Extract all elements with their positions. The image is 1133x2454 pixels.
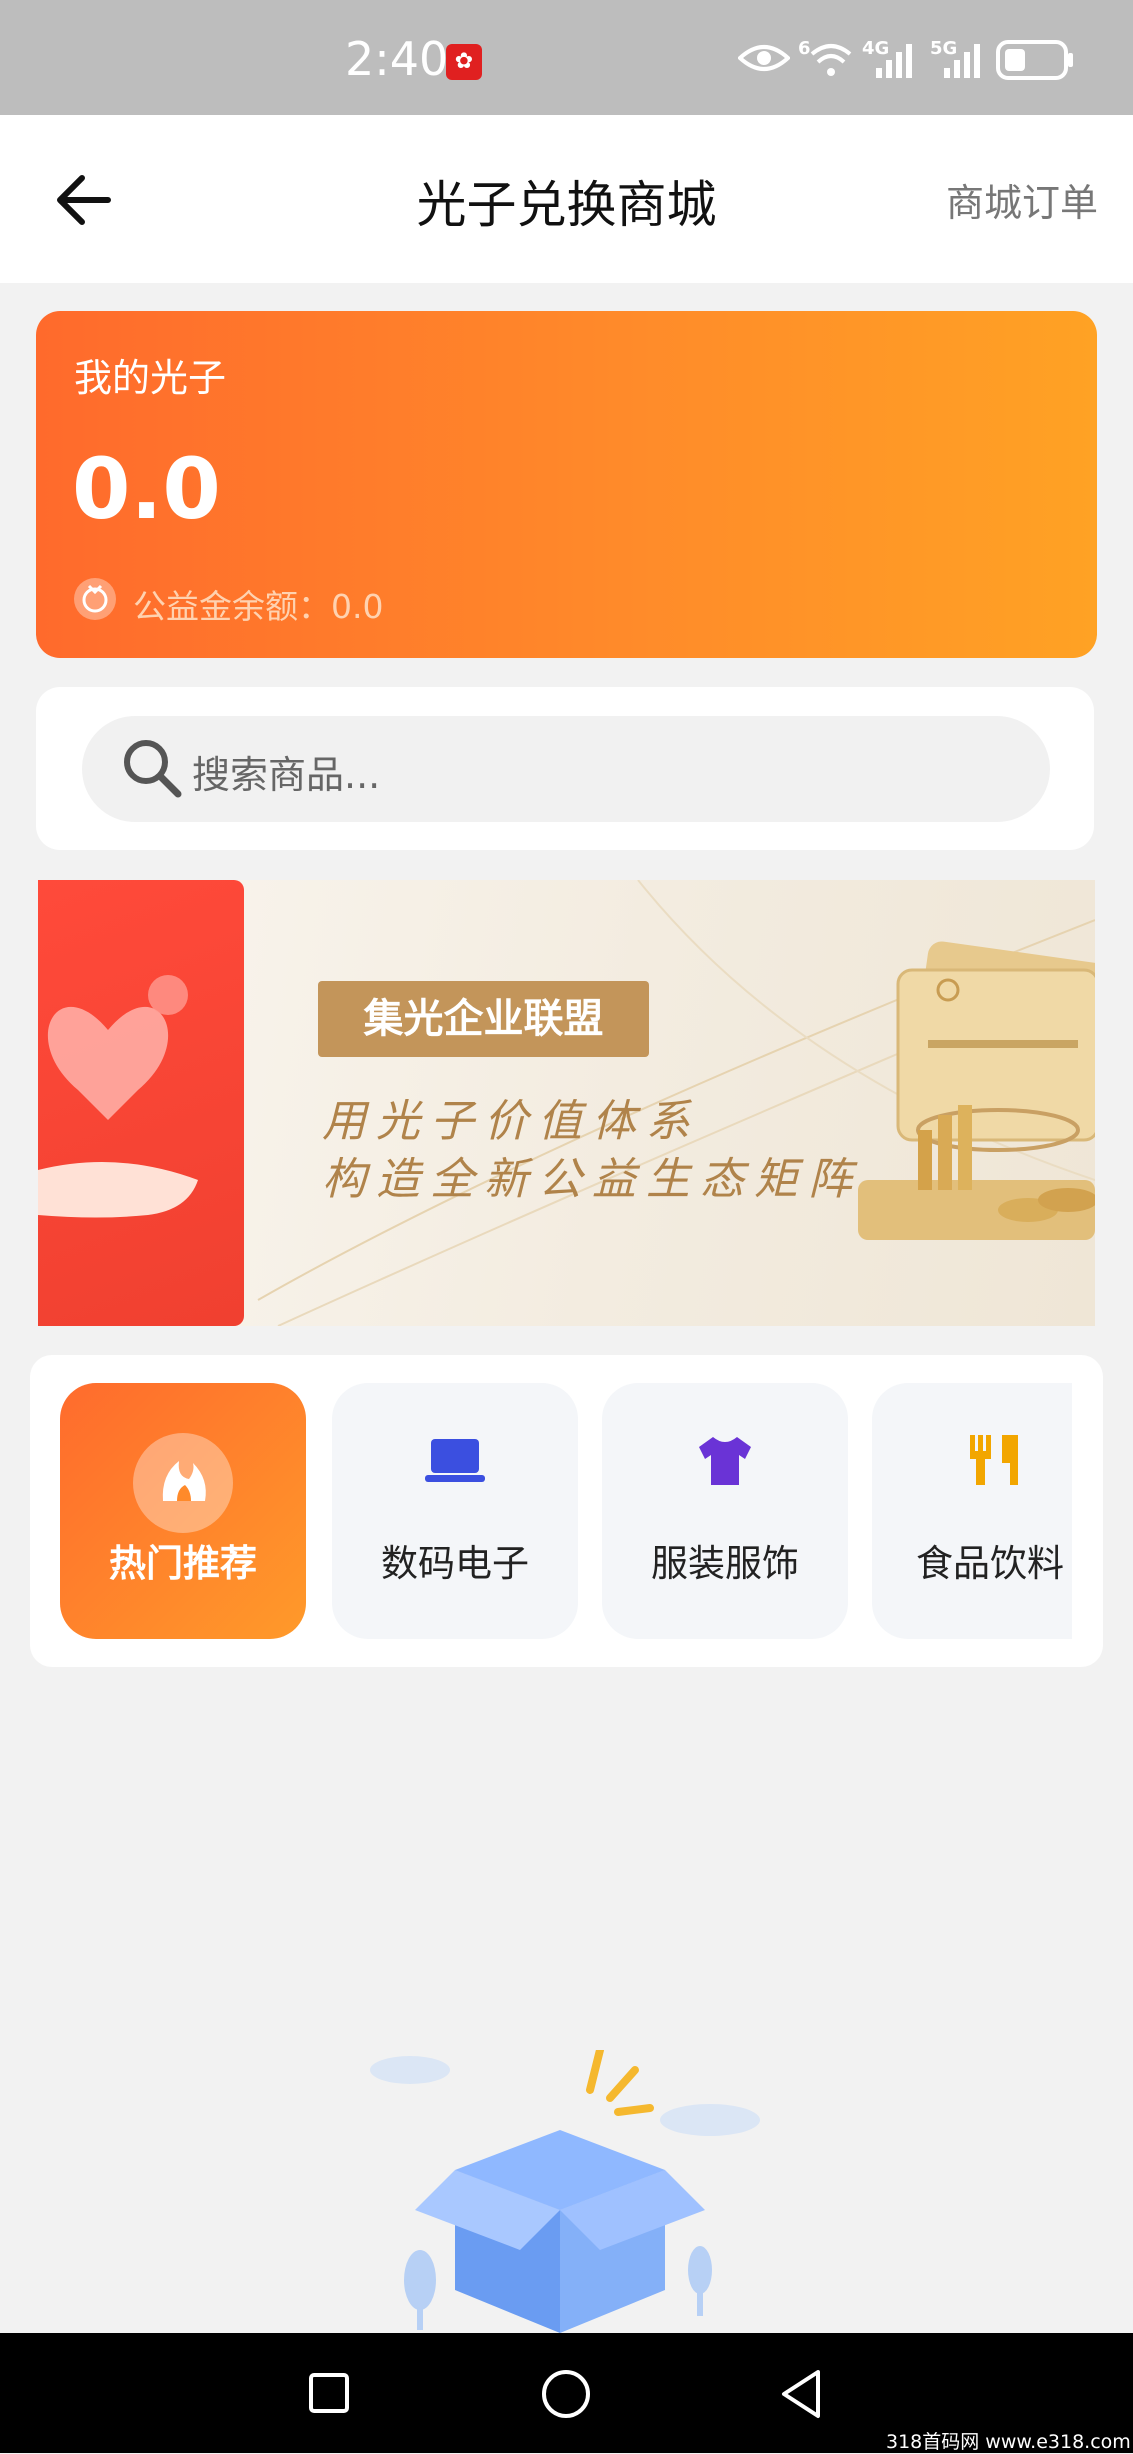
category-food[interactable]: 食品饮料 [872, 1383, 1072, 1639]
recent-apps-button[interactable] [308, 2372, 350, 2414]
notification-app-icon: ✿ [446, 44, 482, 80]
category-label: 数码电子 [381, 1542, 529, 1585]
category-clothing[interactable]: 服装服饰 [602, 1383, 848, 1639]
banner-prev-slide [38, 880, 244, 1326]
flame-icon [133, 1433, 233, 1533]
eye-icon [738, 45, 790, 71]
signal-4g-icon [876, 44, 912, 78]
charity-fund-balance: 公益金余额：0.0 [133, 587, 384, 626]
shirt-icon [699, 1437, 751, 1485]
category-label: 服装服饰 [651, 1542, 799, 1585]
signal-5g-icon [944, 44, 980, 78]
utensils-icon [970, 1435, 1018, 1485]
category-hot[interactable]: 热门推荐 [60, 1383, 306, 1639]
banner-tag: 集光企业联盟 [318, 981, 649, 1057]
category-digital[interactable]: 数码电子 [332, 1383, 578, 1639]
search-placeholder: 搜索商品... [192, 753, 381, 797]
balance-value: 0.0 [72, 440, 221, 538]
gold-card-illustration [858, 941, 1095, 1240]
heart-hand-illustration [38, 975, 198, 1218]
category-label: 食品饮料 [916, 1542, 1064, 1585]
watermark: 318首码网 www.e318.com [886, 2431, 1131, 2453]
charity-fund-icon [74, 578, 116, 620]
status-time: 2:40 [345, 32, 449, 86]
wifi-icon [810, 44, 852, 76]
balance-label: 我的光子 [74, 356, 227, 400]
back-nav-button[interactable] [778, 2368, 824, 2420]
banner-slogan-line2: 构造全新公益生态矩阵 [322, 1154, 862, 1205]
empty-box-illustration [370, 2050, 760, 2333]
laptop-icon [425, 1439, 485, 1482]
home-button[interactable] [540, 2368, 592, 2420]
search-icon [124, 740, 182, 798]
category-label: 热门推荐 [109, 1542, 257, 1585]
battery-icon [996, 40, 1073, 80]
banner-slogan-line1: 用光子价值体系 [322, 1096, 700, 1147]
mall-orders-link[interactable]: 商城订单 [946, 172, 1098, 227]
